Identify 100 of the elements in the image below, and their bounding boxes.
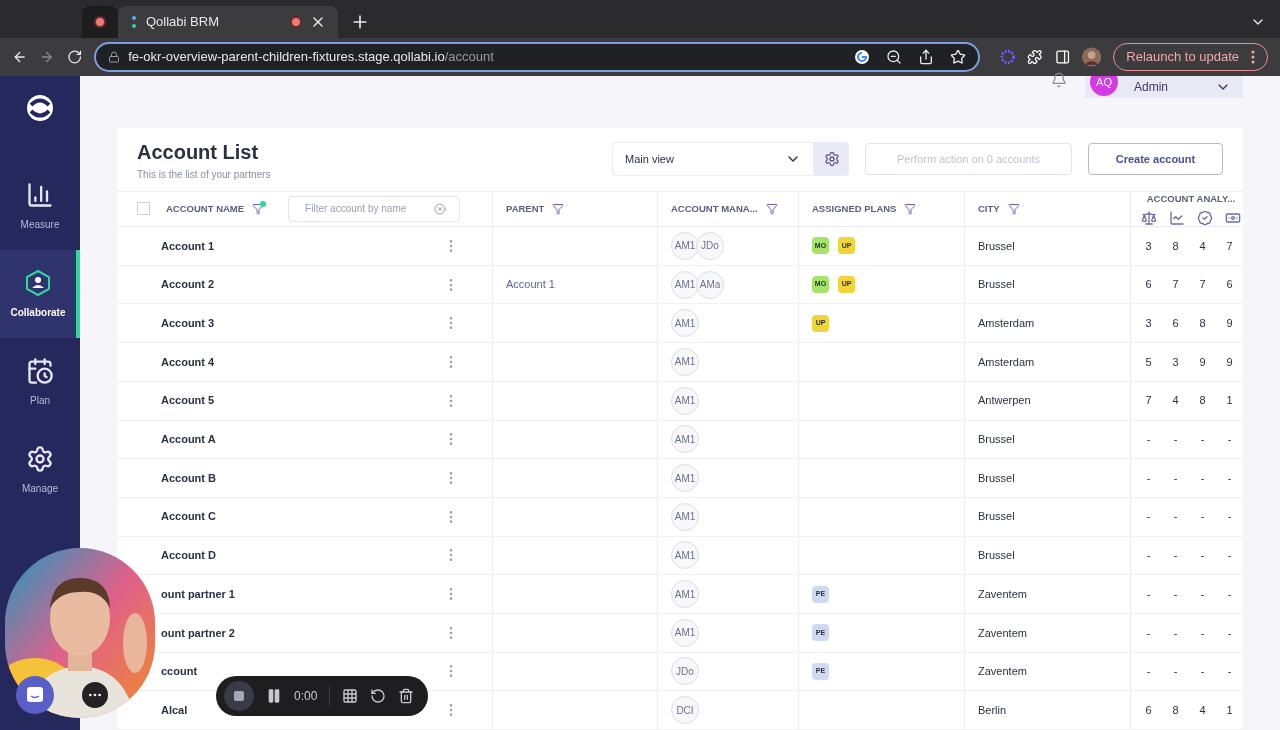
city-text: Antwerpen [978, 393, 1031, 409]
address-bar[interactable]: fe-okr-overview-parent-children-fixtures.stage.qollabi.io/account [94, 42, 980, 72]
manager-avatar: AM1 [671, 580, 699, 609]
score-value: 4 [1198, 702, 1207, 718]
check-badge-icon [1197, 210, 1213, 226]
score-value: - [1199, 470, 1206, 486]
city-text: Zaventem [978, 586, 1027, 602]
filter-icon[interactable] [765, 202, 778, 215]
zoom-icon[interactable] [885, 49, 902, 65]
account-name[interactable]: Alcal [161, 701, 188, 719]
select-all-checkbox[interactable] [137, 202, 150, 216]
create-account-button[interactable]: Create account [1088, 143, 1223, 176]
city-text: Amsterdam [978, 354, 1035, 370]
score-value: 8 [1198, 316, 1207, 332]
manager-avatar: AM1 [671, 425, 699, 454]
sidebar-item[interactable]: Collaborate [0, 250, 80, 338]
bookmark-star-icon[interactable] [949, 49, 966, 65]
line-chart-icon [1169, 210, 1185, 226]
sidebar-item[interactable]: Manage [0, 426, 80, 514]
profile-avatar-icon[interactable] [1082, 47, 1102, 67]
score-value: - [1226, 470, 1233, 486]
column-header: ACCOUNT MANA... [671, 201, 758, 216]
score-value: - [1145, 625, 1152, 641]
score-value: - [1172, 509, 1179, 525]
score-value: - [1172, 625, 1179, 641]
account-name[interactable]: Account D [161, 547, 216, 564]
score-value: 9 [1198, 354, 1207, 370]
google-icon[interactable] [853, 49, 870, 65]
column-header: ACCOUNT ANALY... [1146, 191, 1236, 206]
filter-icon[interactable] [252, 202, 265, 215]
score-value: - [1226, 625, 1233, 641]
score-value: - [1226, 509, 1233, 525]
filter-icon[interactable] [1007, 202, 1020, 215]
manager-avatar: AM1 [671, 464, 699, 493]
manager-avatar: AM1 [671, 231, 699, 260]
reload-icon[interactable] [66, 49, 83, 65]
account-name[interactable]: Account 3 [161, 315, 215, 332]
account-name[interactable]: Account 4 [161, 353, 215, 371]
score-value: - [1172, 470, 1179, 486]
delete-icon[interactable] [398, 688, 415, 704]
score-value: 8 [1198, 393, 1207, 409]
chat-icon [25, 685, 45, 705]
stop-icon [233, 690, 245, 702]
score-value: - [1172, 664, 1179, 680]
filter-field[interactable]: Filter account by name [288, 195, 461, 222]
page-subtitle: This is the list of your partners [137, 167, 271, 182]
score-value: - [1145, 509, 1152, 525]
forward-icon[interactable] [39, 49, 55, 65]
account-name[interactable]: ccount [161, 663, 198, 680]
person-hexagon-icon [24, 268, 52, 297]
tab-title: Qollabi BRM [146, 13, 220, 32]
filter-icon[interactable] [552, 202, 565, 215]
view-settings-button[interactable] [814, 142, 849, 177]
stop-button[interactable] [224, 681, 254, 711]
view-select[interactable]: Main view [612, 142, 814, 177]
back-icon[interactable] [12, 49, 28, 65]
account-name[interactable]: Account 2 [161, 276, 215, 293]
share-icon[interactable] [917, 49, 934, 65]
grid-icon[interactable] [342, 688, 359, 704]
account-name[interactable]: Account 5 [161, 392, 215, 409]
banknote-icon [1225, 210, 1241, 226]
score-value: - [1199, 509, 1206, 525]
city-text: Brussel [978, 277, 1015, 293]
recording-time: 0:00 [294, 688, 318, 705]
account-name[interactable]: Account C [161, 508, 216, 525]
account-name[interactable]: Account 1 [161, 237, 215, 255]
score-value: - [1145, 432, 1152, 448]
score-value: 6 [1144, 277, 1153, 293]
side-panel-icon[interactable] [1054, 49, 1071, 65]
column-header: ACCOUNT NAME [166, 201, 245, 216]
restart-icon[interactable] [370, 688, 387, 704]
account-name[interactable]: ount partner 2 [161, 624, 235, 642]
score-value: - [1172, 586, 1179, 602]
city-text: Zaventem [978, 625, 1027, 641]
score-value: 1 [1225, 393, 1234, 409]
bell-icon[interactable] [1051, 72, 1067, 88]
sidebar-item[interactable]: Plan [0, 338, 80, 426]
sidebar-item[interactable]: Measure [0, 162, 80, 250]
browser-tab[interactable] [82, 6, 118, 38]
user-avatar: AQ [1090, 76, 1118, 96]
extensions-icon[interactable] [1027, 49, 1043, 65]
score-value: - [1145, 470, 1152, 486]
filter-icon[interactable] [904, 202, 917, 215]
account-name[interactable]: ount partner 1 [161, 585, 235, 603]
score-value: - [1199, 625, 1206, 641]
manager-avatar: JDo [696, 231, 724, 260]
account-name[interactable]: Account B [161, 469, 216, 487]
manager-avatar: AM1 [671, 309, 699, 338]
manager-avatar: AM1 [671, 270, 699, 299]
score-value: - [1172, 548, 1179, 564]
scale-icon [1141, 210, 1157, 226]
browser-tab[interactable]: Qollabi BRM [118, 6, 338, 38]
pause-icon[interactable] [266, 688, 282, 704]
column-header: ASSIGNED PLANS [812, 201, 897, 216]
score-value: 7 [1144, 393, 1153, 409]
account-name[interactable]: Account A [161, 431, 216, 448]
logo-icon [26, 94, 54, 122]
manager-avatar: AM1 [671, 541, 699, 570]
parent-link[interactable]: Account 1 [506, 276, 555, 293]
user-menu[interactable]: AQ Admin [1085, 76, 1243, 98]
